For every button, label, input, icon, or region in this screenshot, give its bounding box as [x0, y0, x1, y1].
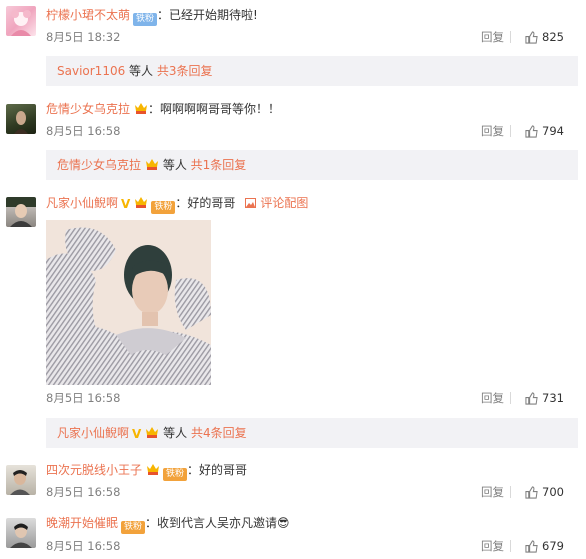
- comment-text: ：已经开始期待啦!: [157, 8, 258, 22]
- reply-button[interactable]: 回复: [481, 538, 504, 554]
- like-button[interactable]: 825: [525, 29, 564, 45]
- avatar[interactable]: [6, 518, 36, 548]
- avatar[interactable]: [6, 197, 36, 227]
- comment-date: 8月5日 16:58: [46, 391, 121, 405]
- comment-image-link-label: 评论配图: [260, 196, 309, 210]
- comment-date: 8月5日 18:32: [46, 30, 121, 44]
- sub-reply-text: 等人: [125, 64, 157, 78]
- image-icon: [245, 198, 257, 208]
- reply-button[interactable]: 回复: [481, 123, 504, 139]
- divider: [510, 486, 511, 498]
- reply-button[interactable]: 回复: [481, 390, 504, 406]
- username[interactable]: 四次元脱线小王子: [46, 463, 142, 477]
- reply-button[interactable]: 回复: [481, 29, 504, 45]
- divider: [510, 540, 511, 552]
- comment-text: ：好的哥哥: [187, 463, 248, 477]
- comment-date: 8月5日 16:58: [46, 124, 121, 138]
- fan-badge: 铁粉: [151, 201, 176, 214]
- comment-text: ：啊啊啊啊哥哥等你！！: [148, 102, 281, 116]
- crown-badge-icon: [145, 420, 159, 438]
- username[interactable]: 危情少女乌克拉: [46, 102, 130, 116]
- sub-reply-user[interactable]: 危情少女乌克拉: [57, 158, 141, 172]
- comment-date: 8月5日 16:58: [46, 485, 121, 499]
- sub-replies-box: 凡家小仙鲵啊 V 等人 共4条回复: [46, 418, 578, 448]
- thumbs-up-icon: [525, 125, 538, 138]
- more-replies-link[interactable]: 共1条回复: [191, 158, 247, 172]
- crown-badge-icon: [145, 152, 159, 170]
- more-replies-link[interactable]: 共4条回复: [191, 426, 247, 440]
- reply-button[interactable]: 回复: [481, 484, 504, 500]
- fan-badge: 铁粉: [121, 521, 146, 534]
- sub-reply-user[interactable]: Savior1106: [57, 64, 125, 78]
- verified-v-icon: V: [132, 427, 142, 441]
- like-count: 825: [542, 30, 564, 44]
- sub-replies-box: Savior1106 等人 共3条回复: [46, 56, 578, 86]
- comment-text: ：收到代言人吴亦凡邀请😎: [145, 516, 290, 530]
- like-button[interactable]: 679: [525, 538, 564, 554]
- like-count: 731: [542, 391, 564, 405]
- comment-text: ：好的哥哥: [175, 196, 236, 210]
- fan-badge: 铁粉: [133, 13, 158, 26]
- divider: [510, 392, 511, 404]
- thumbs-up-icon: [525, 540, 538, 553]
- sub-reply-user[interactable]: 凡家小仙鲵啊: [57, 426, 129, 440]
- like-button[interactable]: 700: [525, 484, 564, 500]
- comment-photo[interactable]: [46, 220, 211, 385]
- avatar[interactable]: [6, 465, 36, 495]
- like-count: 700: [542, 485, 564, 499]
- comment-date: 8月5日 16:58: [46, 539, 121, 553]
- username[interactable]: 晚潮开始催眠: [46, 516, 118, 530]
- sub-reply-text: 等人: [159, 426, 191, 440]
- divider: [510, 31, 511, 43]
- verified-v-icon: V: [121, 197, 131, 211]
- divider: [510, 125, 511, 137]
- like-button[interactable]: 731: [525, 390, 564, 406]
- thumbs-up-icon: [525, 392, 538, 405]
- like-button[interactable]: 794: [525, 123, 564, 139]
- thumbs-up-icon: [525, 31, 538, 44]
- sub-replies-box: 危情少女乌克拉 等人 共1条回复: [46, 150, 578, 180]
- sub-reply-text: 等人: [159, 158, 191, 172]
- avatar[interactable]: [6, 104, 36, 134]
- username[interactable]: 凡家小仙鲵啊: [46, 196, 118, 210]
- thumbs-up-icon: [525, 486, 538, 499]
- crown-badge-icon: [146, 463, 160, 476]
- avatar[interactable]: [6, 6, 36, 36]
- username[interactable]: 柠檬小珺不太萌: [46, 8, 130, 22]
- crown-badge-icon: [134, 196, 148, 209]
- fan-badge: 铁粉: [163, 468, 188, 481]
- more-replies-link[interactable]: 共3条回复: [157, 64, 213, 78]
- crown-badge-icon: [134, 102, 148, 115]
- like-count: 679: [542, 539, 564, 553]
- comment-image-link[interactable]: 评论配图: [245, 196, 308, 210]
- like-count: 794: [542, 124, 564, 138]
